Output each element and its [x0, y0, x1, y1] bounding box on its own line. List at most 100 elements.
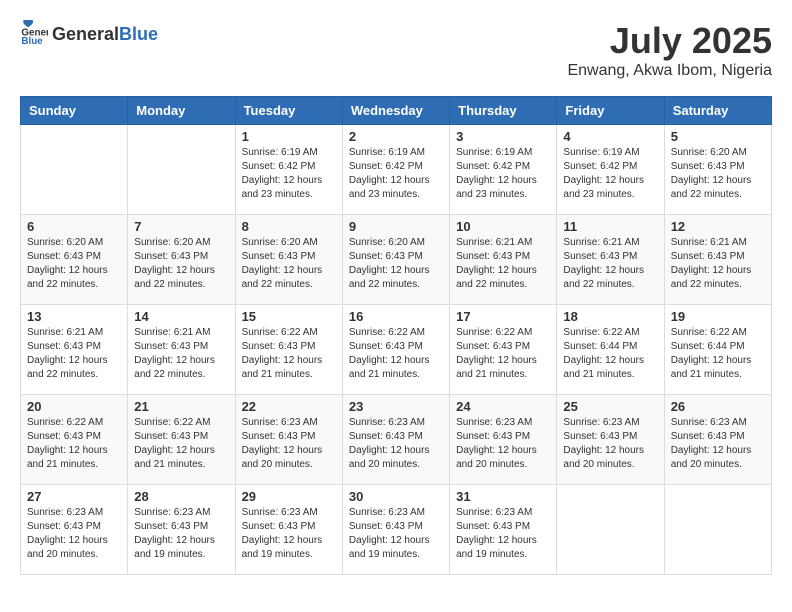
- calendar-table: SundayMondayTuesdayWednesdayThursdayFrid…: [20, 96, 772, 575]
- day-number: 13: [27, 309, 121, 324]
- day-number: 27: [27, 489, 121, 504]
- calendar-cell: 28Sunrise: 6:23 AM Sunset: 6:43 PM Dayli…: [128, 485, 235, 575]
- day-detail: Sunrise: 6:20 AM Sunset: 6:43 PM Dayligh…: [671, 146, 765, 202]
- logo-icon: General Blue: [20, 20, 48, 48]
- day-detail: Sunrise: 6:23 AM Sunset: 6:43 PM Dayligh…: [242, 506, 336, 562]
- calendar-cell: 19Sunrise: 6:22 AM Sunset: 6:44 PM Dayli…: [664, 305, 771, 395]
- day-detail: Sunrise: 6:23 AM Sunset: 6:43 PM Dayligh…: [563, 416, 657, 472]
- day-detail: Sunrise: 6:23 AM Sunset: 6:43 PM Dayligh…: [671, 416, 765, 472]
- calendar-cell: 23 Sunrise: 6:23 AM Sunset: 6:43 PM Dayli…: [342, 395, 449, 485]
- week-row-1: 1 Sunrise: 6:19 AM Sunset: 6:42 PM Daylig…: [21, 125, 772, 215]
- day-number: 5: [671, 129, 765, 144]
- calendar-cell: 16 Sunrise: 6:22 AM Sunset: 6:43 PM Dayli…: [342, 305, 449, 395]
- calendar-cell: 29 Sunrise: 6:23 AM Sunset: 6:43 PM Dayli…: [235, 485, 342, 575]
- day-number: 19: [671, 309, 765, 324]
- weekday-header-tuesday: Tuesday: [235, 97, 342, 125]
- weekday-header-friday: Friday: [557, 97, 664, 125]
- day-detail: Sunrise: 6:21 AM Sunset: 6:43 PM Dayligh…: [563, 236, 657, 292]
- day-number: 17: [456, 309, 550, 324]
- month-title: July 2025: [567, 20, 772, 62]
- calendar-cell: 22 Sunrise: 6:23 AM Sunset: 6:43 PM Dayli…: [235, 395, 342, 485]
- weekday-header-wednesday: Wednesday: [342, 97, 449, 125]
- calendar-cell: 1Sunrise: 6:19 AM Sunset: 6:42 PM Daylig…: [235, 125, 342, 215]
- calendar-cell: 3 Sunrise: 6:19 AM Sunset: 6:42 PM Daylig…: [450, 125, 557, 215]
- calendar-cell: 26 Sunrise: 6:23 AM Sunset: 6:43 PM Dayli…: [664, 395, 771, 485]
- day-number: 6: [27, 219, 121, 234]
- calendar-cell: 7Sunrise: 6:20 AM Sunset: 6:43 PM Daylig…: [128, 215, 235, 305]
- day-detail: Sunrise: 6:19 AM Sunset: 6:42 PM Dayligh…: [456, 146, 550, 202]
- day-detail: Sunrise: 6:20 AM Sunset: 6:43 PM Dayligh…: [242, 236, 336, 292]
- day-number: 15: [242, 309, 336, 324]
- calendar-cell: 17 Sunrise: 6:22 AM Sunset: 6:43 PM Dayli…: [450, 305, 557, 395]
- day-number: 4: [563, 129, 657, 144]
- week-row-4: 20 Sunrise: 6:22 AM Sunset: 6:43 PM Dayli…: [21, 395, 772, 485]
- day-detail: Sunrise: 6:21 AM Sunset: 6:43 PM Dayligh…: [671, 236, 765, 292]
- logo-blue: Blue: [119, 24, 158, 44]
- day-number: 14: [134, 309, 228, 324]
- day-number: 24: [456, 399, 550, 414]
- day-number: 18: [563, 309, 657, 324]
- day-number: 16: [349, 309, 443, 324]
- week-row-5: 27 Sunrise: 6:23 AM Sunset: 6:43 PM Dayli…: [21, 485, 772, 575]
- day-detail: Sunrise: 6:22 AM Sunset: 6:43 PM Dayligh…: [27, 416, 121, 472]
- day-number: 9: [349, 219, 443, 234]
- day-detail: Sunrise: 6:20 AM Sunset: 6:43 PM Dayligh…: [134, 236, 228, 292]
- calendar-cell: 18Sunrise: 6:22 AM Sunset: 6:44 PM Dayli…: [557, 305, 664, 395]
- calendar-cell: 14 Sunrise: 6:21 AM Sunset: 6:43 PM Dayli…: [128, 305, 235, 395]
- calendar-cell: 31Sunrise: 6:23 AM Sunset: 6:43 PM Dayli…: [450, 485, 557, 575]
- calendar-cell: 5 Sunrise: 6:20 AM Sunset: 6:43 PM Daylig…: [664, 125, 771, 215]
- calendar-cell: [128, 125, 235, 215]
- day-detail: Sunrise: 6:22 AM Sunset: 6:43 PM Dayligh…: [349, 326, 443, 382]
- weekday-header-monday: Monday: [128, 97, 235, 125]
- day-detail: Sunrise: 6:23 AM Sunset: 6:43 PM Dayligh…: [349, 416, 443, 472]
- weekday-header-thursday: Thursday: [450, 97, 557, 125]
- calendar-cell: [557, 485, 664, 575]
- day-detail: Sunrise: 6:20 AM Sunset: 6:43 PM Dayligh…: [349, 236, 443, 292]
- day-number: 25: [563, 399, 657, 414]
- weekday-header-sunday: Sunday: [21, 97, 128, 125]
- day-detail: Sunrise: 6:22 AM Sunset: 6:43 PM Dayligh…: [456, 326, 550, 382]
- day-detail: Sunrise: 6:22 AM Sunset: 6:43 PM Dayligh…: [242, 326, 336, 382]
- calendar-cell: 24 Sunrise: 6:23 AM Sunset: 6:43 PM Dayli…: [450, 395, 557, 485]
- logo: General Blue GeneralBlue: [20, 20, 158, 48]
- day-number: 21: [134, 399, 228, 414]
- calendar-cell: 13Sunrise: 6:21 AM Sunset: 6:43 PM Dayli…: [21, 305, 128, 395]
- logo-general: General: [52, 24, 119, 44]
- day-number: 20: [27, 399, 121, 414]
- calendar-cell: 8 Sunrise: 6:20 AM Sunset: 6:43 PM Daylig…: [235, 215, 342, 305]
- page-header: General Blue GeneralBlue July 2025 Enwan…: [20, 20, 772, 80]
- calendar-cell: 20 Sunrise: 6:22 AM Sunset: 6:43 PM Dayli…: [21, 395, 128, 485]
- day-detail: Sunrise: 6:23 AM Sunset: 6:43 PM Dayligh…: [456, 416, 550, 472]
- day-number: 22: [242, 399, 336, 414]
- day-detail: Sunrise: 6:19 AM Sunset: 6:42 PM Dayligh…: [563, 146, 657, 202]
- day-detail: Sunrise: 6:21 AM Sunset: 6:43 PM Dayligh…: [134, 326, 228, 382]
- day-number: 11: [563, 219, 657, 234]
- calendar-cell: 25 Sunrise: 6:23 AM Sunset: 6:43 PM Dayli…: [557, 395, 664, 485]
- calendar-cell: 15 Sunrise: 6:22 AM Sunset: 6:43 PM Dayli…: [235, 305, 342, 395]
- day-detail: Sunrise: 6:22 AM Sunset: 6:43 PM Dayligh…: [134, 416, 228, 472]
- day-number: 29: [242, 489, 336, 504]
- day-number: 1: [242, 129, 336, 144]
- calendar-cell: 10Sunrise: 6:21 AM Sunset: 6:43 PM Dayli…: [450, 215, 557, 305]
- calendar-cell: [664, 485, 771, 575]
- location-title: Enwang, Akwa Ibom, Nigeria: [567, 62, 772, 80]
- calendar-cell: 12Sunrise: 6:21 AM Sunset: 6:43 PM Dayli…: [664, 215, 771, 305]
- day-detail: Sunrise: 6:19 AM Sunset: 6:42 PM Dayligh…: [349, 146, 443, 202]
- calendar-cell: 21 Sunrise: 6:22 AM Sunset: 6:43 PM Dayli…: [128, 395, 235, 485]
- calendar-cell: 2Sunrise: 6:19 AM Sunset: 6:42 PM Daylig…: [342, 125, 449, 215]
- week-row-2: 6 Sunrise: 6:20 AM Sunset: 6:43 PM Daylig…: [21, 215, 772, 305]
- calendar-cell: 27Sunrise: 6:23 AM Sunset: 6:43 PM Dayli…: [21, 485, 128, 575]
- calendar-cell: 4 Sunrise: 6:19 AM Sunset: 6:42 PM Daylig…: [557, 125, 664, 215]
- day-detail: Sunrise: 6:23 AM Sunset: 6:43 PM Dayligh…: [242, 416, 336, 472]
- calendar-cell: 9 Sunrise: 6:20 AM Sunset: 6:43 PM Daylig…: [342, 215, 449, 305]
- day-number: 8: [242, 219, 336, 234]
- calendar-cell: 30Sunrise: 6:23 AM Sunset: 6:43 PM Dayli…: [342, 485, 449, 575]
- day-number: 26: [671, 399, 765, 414]
- day-number: 28: [134, 489, 228, 504]
- day-number: 31: [456, 489, 550, 504]
- day-detail: Sunrise: 6:20 AM Sunset: 6:43 PM Dayligh…: [27, 236, 121, 292]
- day-number: 3: [456, 129, 550, 144]
- day-detail: Sunrise: 6:21 AM Sunset: 6:43 PM Dayligh…: [456, 236, 550, 292]
- day-number: 23: [349, 399, 443, 414]
- logo-text: GeneralBlue: [52, 24, 158, 45]
